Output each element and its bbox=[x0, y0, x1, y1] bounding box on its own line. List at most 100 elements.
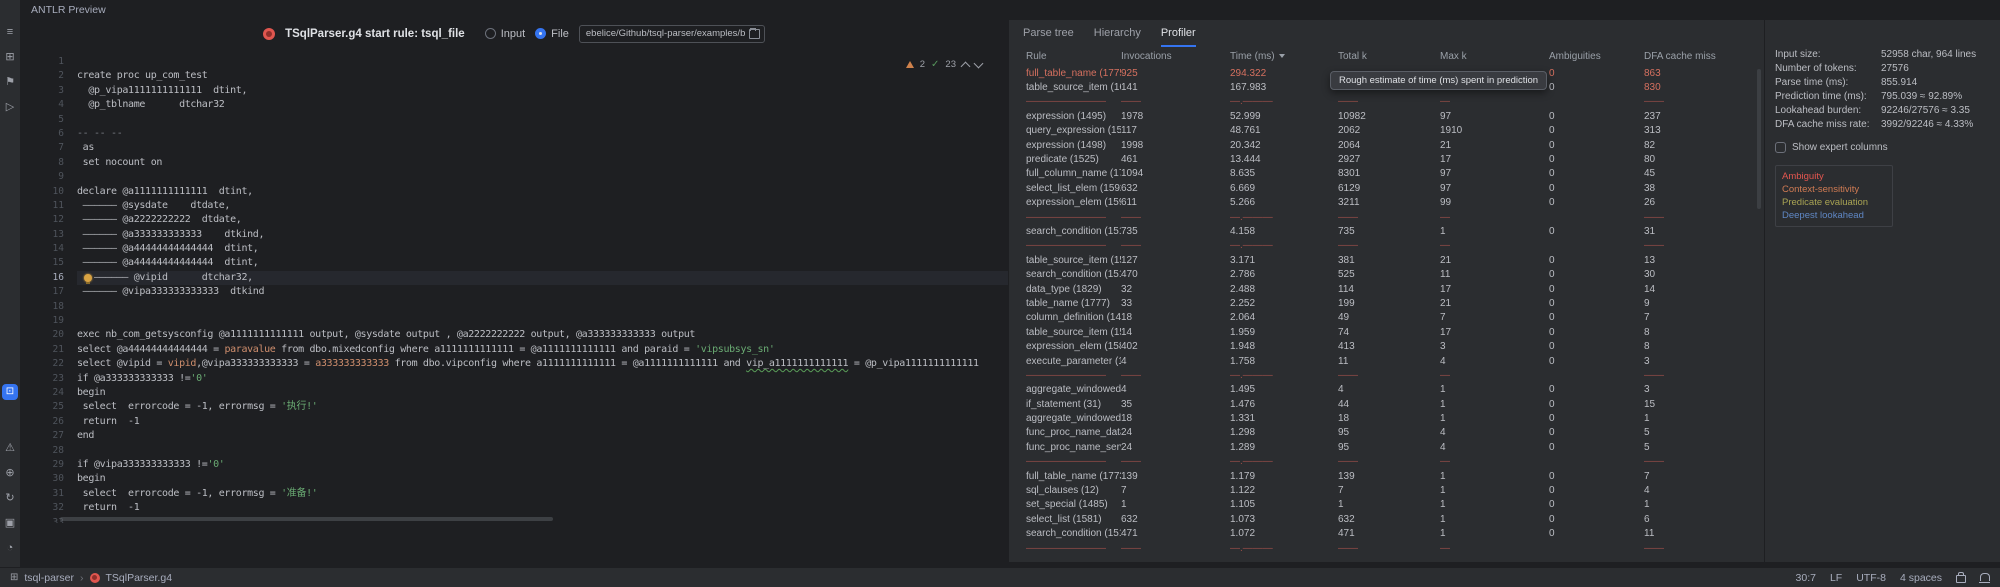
code-line[interactable]: —————— @vipid dtchar32, bbox=[77, 271, 1008, 285]
code-line[interactable]: if @a333333333333 !='0' bbox=[77, 372, 1008, 386]
profiler-row[interactable]: func_proc_name_data…241.29895405 bbox=[1009, 426, 1764, 440]
column-header-time-ms[interactable]: Time (ms) bbox=[1230, 51, 1338, 62]
file-radio-circle-icon[interactable] bbox=[535, 28, 546, 39]
input-radio-circle-icon[interactable] bbox=[485, 28, 496, 39]
profiler-row[interactable]: aggregate_windowed…181.33118101 bbox=[1009, 411, 1764, 425]
code-line[interactable]: @p_vipa1111111111111 dtint, bbox=[77, 84, 1008, 98]
file-radio[interactable]: File bbox=[535, 28, 569, 40]
code-line[interactable]: select @a44444444444444 = paravalue from… bbox=[77, 343, 1008, 357]
line-ending[interactable]: LF bbox=[1830, 572, 1842, 584]
menu-icon[interactable]: ≡ bbox=[2, 24, 18, 40]
code-line[interactable]: —————— @vipa333333333333 dtkind bbox=[77, 285, 1008, 299]
breadcrumb-file[interactable]: TSqlParser.g4 bbox=[106, 572, 173, 584]
column-header-invocations[interactable]: Invocations bbox=[1121, 51, 1230, 62]
git-icon[interactable]: ↻ bbox=[2, 490, 18, 506]
tab-parse-tree[interactable]: Parse tree bbox=[1023, 20, 1074, 47]
show-expert-columns-checkbox[interactable]: Show expert columns bbox=[1775, 142, 2000, 153]
code-line[interactable]: if @vipa333333333333 !='0' bbox=[77, 458, 1008, 472]
notifications-bell-icon[interactable] bbox=[1980, 573, 1990, 581]
profiler-row[interactable]: search_condition (1519)7354.1587351031 bbox=[1009, 224, 1764, 238]
profiler-row[interactable]: ———————————.———————— bbox=[1009, 368, 1764, 382]
code-line[interactable]: set nocount on bbox=[77, 156, 1008, 170]
code-line[interactable]: —————— @a2222222222 dtdate, bbox=[77, 213, 1008, 227]
file-encoding[interactable]: UTF-8 bbox=[1856, 572, 1886, 584]
profiler-row[interactable]: select_list_elem (1592)6326.669612997038 bbox=[1009, 181, 1764, 195]
table-vertical-scrollbar[interactable] bbox=[1757, 69, 1761, 209]
editor-code-area[interactable]: create proc up_com_test @p_vipa111111111… bbox=[77, 55, 1008, 523]
input-file-path-value[interactable]: ebelice/Github/tsql-parser/examples/big.… bbox=[586, 28, 745, 39]
code-line[interactable]: select errorcode = -1, errormsg = '准备!' bbox=[77, 487, 1008, 501]
code-line[interactable]: —————— @a44444444444444 dtint, bbox=[77, 256, 1008, 270]
code-line[interactable]: begin bbox=[77, 386, 1008, 400]
profiler-row[interactable]: data_type (1829)322.48811417014 bbox=[1009, 282, 1764, 296]
code-line[interactable] bbox=[77, 170, 1008, 184]
profiler-row[interactable]: search_condition (1517)4702.78652511030 bbox=[1009, 267, 1764, 281]
notifications-icon[interactable]: ◔ bbox=[2, 540, 18, 556]
profiler-row[interactable]: set_special (1485)11.1051101 bbox=[1009, 498, 1764, 512]
chevron-down-icon[interactable] bbox=[974, 58, 984, 68]
profiler-row[interactable]: ———————————.———————— bbox=[1009, 455, 1764, 469]
lock-icon[interactable] bbox=[1956, 575, 1966, 583]
bookmarks-icon[interactable]: ⚑ bbox=[2, 74, 18, 90]
code-line[interactable] bbox=[77, 314, 1008, 328]
antlr-preview-icon[interactable]: ⊡ bbox=[2, 384, 18, 400]
window-grid-icon[interactable]: ⊞ bbox=[10, 572, 18, 583]
profiler-row[interactable]: full_table_name (1773)1391.179139107 bbox=[1009, 469, 1764, 483]
profiler-row[interactable]: search_condition (1516)4711.0724711011 bbox=[1009, 527, 1764, 541]
profiler-row[interactable]: query_expression (1527)11748.76120621910… bbox=[1009, 124, 1764, 138]
profiler-row[interactable]: table_source_item (15…1273.17138121013 bbox=[1009, 253, 1764, 267]
profiler-row[interactable]: expression_elem (1589)4021.948413308 bbox=[1009, 339, 1764, 353]
services-icon[interactable]: ▣ bbox=[2, 515, 18, 531]
profiler-row[interactable]: column_definition (1421)182.06449707 bbox=[1009, 311, 1764, 325]
profiler-row[interactable]: table_source_item (15…141.959741708 bbox=[1009, 325, 1764, 339]
browse-folder-icon[interactable] bbox=[749, 29, 760, 39]
code-line[interactable]: as bbox=[77, 141, 1008, 155]
profiler-row[interactable]: aggregate_windowed…41.4954103 bbox=[1009, 383, 1764, 397]
code-line[interactable]: select errorcode = -1, errormsg = '执行!' bbox=[77, 400, 1008, 414]
code-line[interactable]: —————— @a44444444444444 dtint, bbox=[77, 242, 1008, 256]
profiler-row[interactable]: expression (1495)197852.99910982970237 bbox=[1009, 109, 1764, 123]
profiler-row[interactable]: full_column_name (17…10948.635830197045 bbox=[1009, 167, 1764, 181]
code-line[interactable]: select @vipid = vipid,@vipa333333333333 … bbox=[77, 357, 1008, 371]
code-line[interactable] bbox=[77, 55, 1008, 69]
code-line[interactable]: create proc up_com_test bbox=[77, 69, 1008, 83]
inspection-widget[interactable]: 2 ✓ 23 bbox=[906, 59, 982, 70]
code-line[interactable]: -- -- -- bbox=[77, 127, 1008, 141]
project-icon[interactable]: ⊞ bbox=[2, 49, 18, 65]
tab-hierarchy[interactable]: Hierarchy bbox=[1094, 20, 1141, 47]
ok-count[interactable]: 23 bbox=[945, 59, 956, 70]
terminal-icon[interactable]: ⊕ bbox=[2, 465, 18, 481]
input-radio[interactable]: Input bbox=[485, 28, 525, 40]
column-header-total-k[interactable]: Total k bbox=[1338, 51, 1440, 62]
code-line[interactable] bbox=[77, 300, 1008, 314]
code-line[interactable] bbox=[77, 444, 1008, 458]
profiler-row[interactable]: ———————————.———————— bbox=[1009, 541, 1764, 555]
profiler-row[interactable]: if_statement (31)351.476441015 bbox=[1009, 397, 1764, 411]
column-header-rule[interactable]: Rule bbox=[1026, 51, 1121, 62]
code-line[interactable] bbox=[77, 113, 1008, 127]
tab-profiler[interactable]: Profiler bbox=[1161, 20, 1196, 47]
code-line[interactable]: exec nb_com_getsysconfig @a1111111111111… bbox=[77, 328, 1008, 342]
code-line[interactable]: return -1 bbox=[77, 415, 1008, 429]
intention-bulb-icon[interactable] bbox=[84, 274, 92, 282]
profiler-row[interactable]: func_proc_name_serv…241.28995405 bbox=[1009, 440, 1764, 454]
profiler-row[interactable]: execute_parameter (1…41.75811403 bbox=[1009, 354, 1764, 368]
run-icon[interactable]: ▷ bbox=[2, 99, 18, 115]
profiler-row[interactable]: expression_elem (1590)6115.266321199026 bbox=[1009, 196, 1764, 210]
profiler-row[interactable]: ———————————.———————— bbox=[1009, 239, 1764, 253]
chevron-up-icon[interactable] bbox=[961, 61, 971, 71]
profiler-row[interactable]: select_list (1581)6321.073632106 bbox=[1009, 512, 1764, 526]
profiler-row[interactable]: expression (1498)199820.342206421082 bbox=[1009, 138, 1764, 152]
warning-count[interactable]: 2 bbox=[920, 59, 925, 70]
code-line[interactable]: return -1 bbox=[77, 501, 1008, 515]
profiler-row[interactable]: predicate (1525)46113.444292717080 bbox=[1009, 152, 1764, 166]
code-line[interactable]: —————— @sysdate dtdate, bbox=[77, 199, 1008, 213]
caret-position[interactable]: 30:7 bbox=[1796, 572, 1816, 584]
profiler-row[interactable]: sql_clauses (12)71.1227104 bbox=[1009, 483, 1764, 497]
profiler-row[interactable]: table_name (1777)332.2521992109 bbox=[1009, 296, 1764, 310]
problems-icon[interactable]: ⚠ bbox=[2, 440, 18, 456]
indent-setting[interactable]: 4 spaces bbox=[1900, 572, 1942, 584]
breadcrumb-project[interactable]: tsql-parser bbox=[24, 572, 74, 584]
code-line[interactable]: end bbox=[77, 429, 1008, 443]
code-line[interactable]: declare @a1111111111111 dtint, bbox=[77, 185, 1008, 199]
